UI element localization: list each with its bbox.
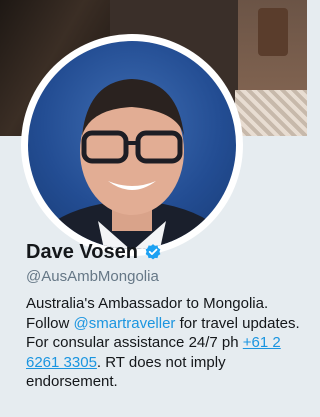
mention-link[interactable]: @smartraveller — [74, 315, 176, 332]
profile-bio: Australia's Ambassador to Mongolia. Foll… — [26, 294, 306, 392]
bio-text: Australia's Ambassador to Mongolia. — [26, 295, 269, 312]
profile-avatar[interactable] — [28, 41, 236, 249]
phone-link-part2[interactable]: 6261 3305 — [26, 354, 97, 371]
profile-handle[interactable]: @AusAmbMongolia — [26, 268, 159, 285]
profile-name-row: Dave Vosen — [26, 240, 162, 264]
phone-link-part1[interactable]: +61 2 — [243, 334, 281, 351]
banner-chair-detail — [258, 8, 288, 56]
bio-text: endorsement. — [26, 373, 118, 390]
bio-text: for travel updates. — [175, 314, 300, 332]
verified-badge-icon — [145, 244, 161, 260]
bio-text: Follow — [26, 314, 74, 332]
profile-name[interactable]: Dave Vosen — [26, 241, 138, 264]
bio-text: . RT does not imply — [96, 353, 226, 371]
bio-text: For consular assistance 24/7 ph — [26, 334, 243, 351]
banner-rug-detail — [235, 90, 307, 136]
